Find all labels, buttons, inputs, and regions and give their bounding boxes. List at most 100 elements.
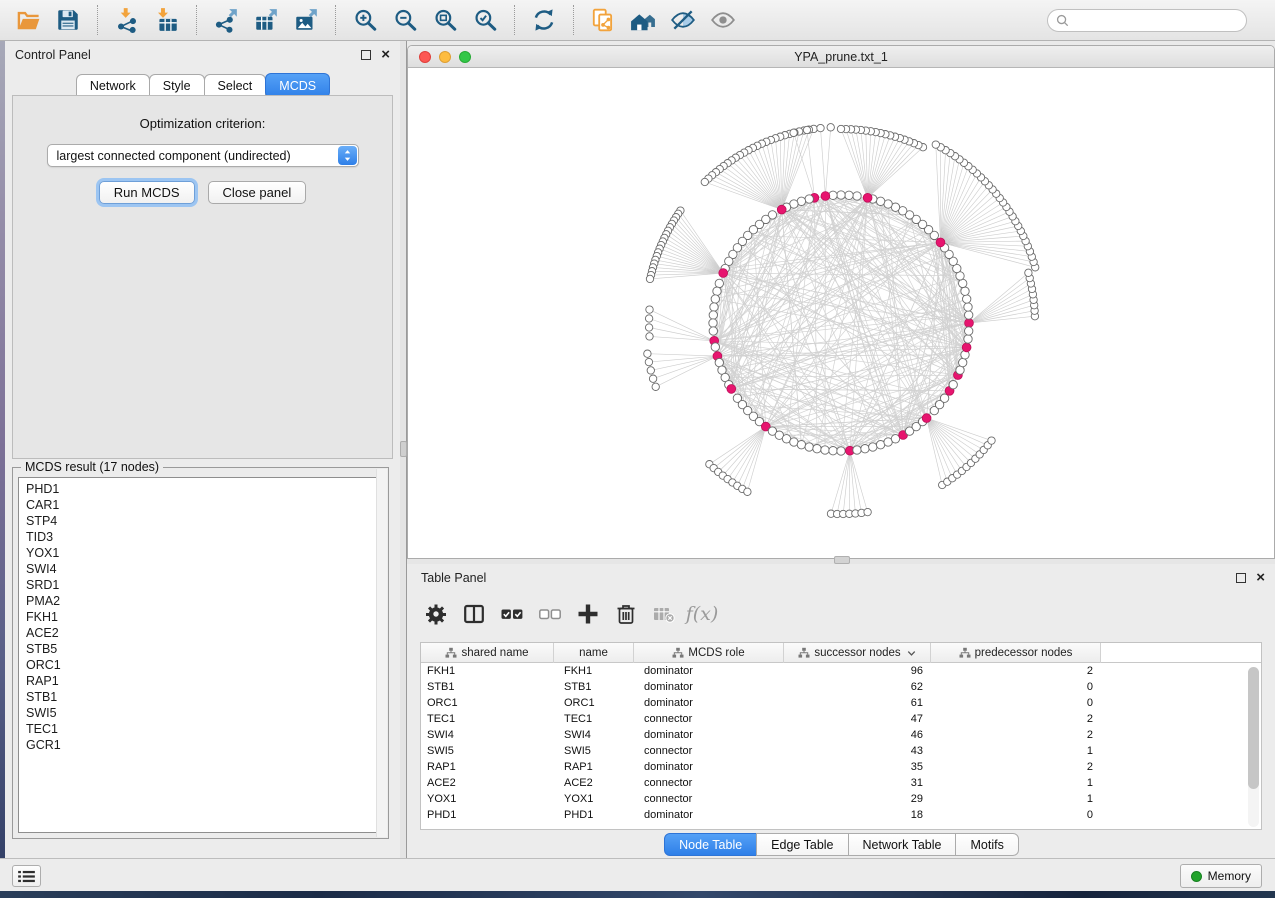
control-panel: Control Panel × NetworkStyleSelectMCDS O… <box>5 41 400 858</box>
show-columns-button[interactable] <box>458 598 490 630</box>
network-window-titlebar[interactable]: YPA_prune.txt_1 <box>408 46 1274 68</box>
column-header-MCDS-role[interactable]: MCDS role <box>634 643 784 663</box>
table-row[interactable]: ORC1ORC1dominator610 <box>421 695 1261 711</box>
close-panel-icon[interactable]: × <box>381 50 390 60</box>
float-table-panel-icon[interactable] <box>1236 573 1246 583</box>
network-graph[interactable] <box>408 68 1274 558</box>
table-row[interactable]: PHD1PHD1dominator180 <box>421 807 1261 823</box>
table-row[interactable]: SWI5SWI5connector431 <box>421 743 1261 759</box>
table-scrollbar-track[interactable] <box>1248 667 1259 827</box>
export-table-button[interactable] <box>249 4 283 36</box>
run-mcds-button[interactable]: Run MCDS <box>99 181 195 204</box>
network-canvas[interactable] <box>408 68 1274 558</box>
search-field[interactable] <box>1047 9 1247 32</box>
table-row[interactable]: TEC1TEC1connector472 <box>421 711 1261 727</box>
vertical-splitter-handle[interactable] <box>400 441 407 457</box>
zoom-selected-button[interactable] <box>468 4 502 36</box>
zoom-fit-button[interactable] <box>428 4 462 36</box>
mcds-result-list[interactable]: PHD1CAR1STP4TID3YOX1SWI4SRD1PMA2FKH1ACE2… <box>18 477 383 833</box>
mcds-result-item[interactable]: SWI5 <box>26 705 382 721</box>
mcds-result-title: MCDS result (17 nodes) <box>21 460 163 474</box>
home-button[interactable] <box>626 4 660 36</box>
close-panel-button[interactable]: Close panel <box>208 181 307 204</box>
criterion-select[interactable]: largest connected component (undirected) <box>47 144 359 167</box>
mcds-result-item[interactable]: ACE2 <box>26 625 382 641</box>
float-window-icon[interactable] <box>361 50 371 60</box>
hide-unselected-button[interactable] <box>666 4 700 36</box>
add-column-button[interactable] <box>572 598 604 630</box>
show-all-button[interactable] <box>706 4 740 36</box>
clone-network-button[interactable] <box>586 4 620 36</box>
table-body: FKH1FKH1dominator962STB1STB1dominator620… <box>421 663 1261 823</box>
horizontal-splitter-handle[interactable] <box>834 556 850 564</box>
mcds-result-item[interactable]: CAR1 <box>26 497 382 513</box>
zoom-out-button[interactable] <box>388 4 422 36</box>
open-button[interactable] <box>11 4 45 36</box>
select-all-button[interactable] <box>496 598 528 630</box>
screen: Control Panel × NetworkStyleSelectMCDS O… <box>0 0 1275 898</box>
delete-column-button[interactable] <box>610 598 642 630</box>
search-input[interactable] <box>1074 14 1238 28</box>
tab-network-table[interactable]: Network Table <box>848 833 957 856</box>
import-network-button[interactable] <box>110 4 144 36</box>
search-icon <box>1056 14 1069 27</box>
deselect-all-button[interactable] <box>534 598 566 630</box>
mcds-result-item[interactable]: RAP1 <box>26 673 382 689</box>
column-header-successor-nodes[interactable]: successor nodes <box>784 643 931 663</box>
column-header-predecessor-nodes[interactable]: predecessor nodes <box>931 643 1101 663</box>
column-header-shared-name[interactable]: shared name <box>421 643 554 663</box>
table-row[interactable]: ACE2ACE2connector311 <box>421 775 1261 791</box>
export-image-button[interactable] <box>289 4 323 36</box>
main-toolbar <box>0 0 1275 41</box>
table-row[interactable]: FKH1FKH1dominator962 <box>421 663 1261 679</box>
mcds-result-item[interactable]: STB5 <box>26 641 382 657</box>
list-icon <box>18 870 35 883</box>
refresh-button[interactable] <box>527 4 561 36</box>
result-scrollbar-track[interactable] <box>376 469 387 837</box>
column-header-name[interactable]: name <box>554 643 634 663</box>
tab-edge-table[interactable]: Edge Table <box>756 833 848 856</box>
table-row[interactable]: SWI4SWI4dominator462 <box>421 727 1261 743</box>
mcds-result-item[interactable]: ORC1 <box>26 657 382 673</box>
tab-motifs[interactable]: Motifs <box>955 833 1018 856</box>
mcds-result-item[interactable]: FKH1 <box>26 609 382 625</box>
hide-unselected-icon <box>670 7 696 33</box>
zoom-in-button[interactable] <box>348 4 382 36</box>
criterion-select-value: largest connected component (undirected) <box>57 149 291 163</box>
table-mode-button[interactable] <box>420 598 452 630</box>
save-icon <box>55 7 81 33</box>
tab-node-table[interactable]: Node Table <box>664 833 757 856</box>
mcds-result-item[interactable]: SWI4 <box>26 561 382 577</box>
mcds-result-item[interactable]: YOX1 <box>26 545 382 561</box>
mcds-result-item[interactable]: PHD1 <box>26 481 382 497</box>
table-row[interactable]: RAP1RAP1dominator352 <box>421 759 1261 775</box>
mcds-result-item[interactable]: STB1 <box>26 689 382 705</box>
table-panel-tabs: Node TableEdge TableNetwork TableMotifs <box>407 833 1275 856</box>
save-button[interactable] <box>51 4 85 36</box>
table-row[interactable]: YOX1YOX1connector291 <box>421 791 1261 807</box>
import-table-button[interactable] <box>150 4 184 36</box>
memory-button[interactable]: Memory <box>1180 864 1262 888</box>
function-builder-button: f(x) <box>686 598 718 630</box>
desktop-wallpaper-bottom <box>0 891 1275 898</box>
close-table-panel-icon[interactable]: × <box>1256 573 1265 583</box>
column-namespace-icon <box>959 647 971 659</box>
mcds-result-item[interactable]: SRD1 <box>26 577 382 593</box>
control-panel-header: Control Panel × <box>5 41 400 69</box>
toolbar-icon-groups <box>8 4 743 36</box>
mcds-result-item[interactable]: STP4 <box>26 513 382 529</box>
mcds-result-item[interactable]: GCR1 <box>26 737 382 753</box>
export-network-button[interactable] <box>209 4 243 36</box>
mcds-result-item[interactable]: TID3 <box>26 529 382 545</box>
column-header-filler <box>1101 643 1261 663</box>
vertical-splitter[interactable] <box>400 41 407 858</box>
task-history-button[interactable] <box>12 865 41 887</box>
export-table-icon <box>253 7 279 33</box>
mcds-result-item[interactable]: PMA2 <box>26 593 382 609</box>
table-scrollbar-thumb[interactable] <box>1248 667 1259 789</box>
memory-button-label: Memory <box>1208 869 1251 883</box>
toolbar-separator <box>196 5 197 35</box>
table-row[interactable]: STB1STB1dominator620 <box>421 679 1261 695</box>
mcds-result-item[interactable]: TEC1 <box>26 721 382 737</box>
column-namespace-icon <box>798 647 810 659</box>
